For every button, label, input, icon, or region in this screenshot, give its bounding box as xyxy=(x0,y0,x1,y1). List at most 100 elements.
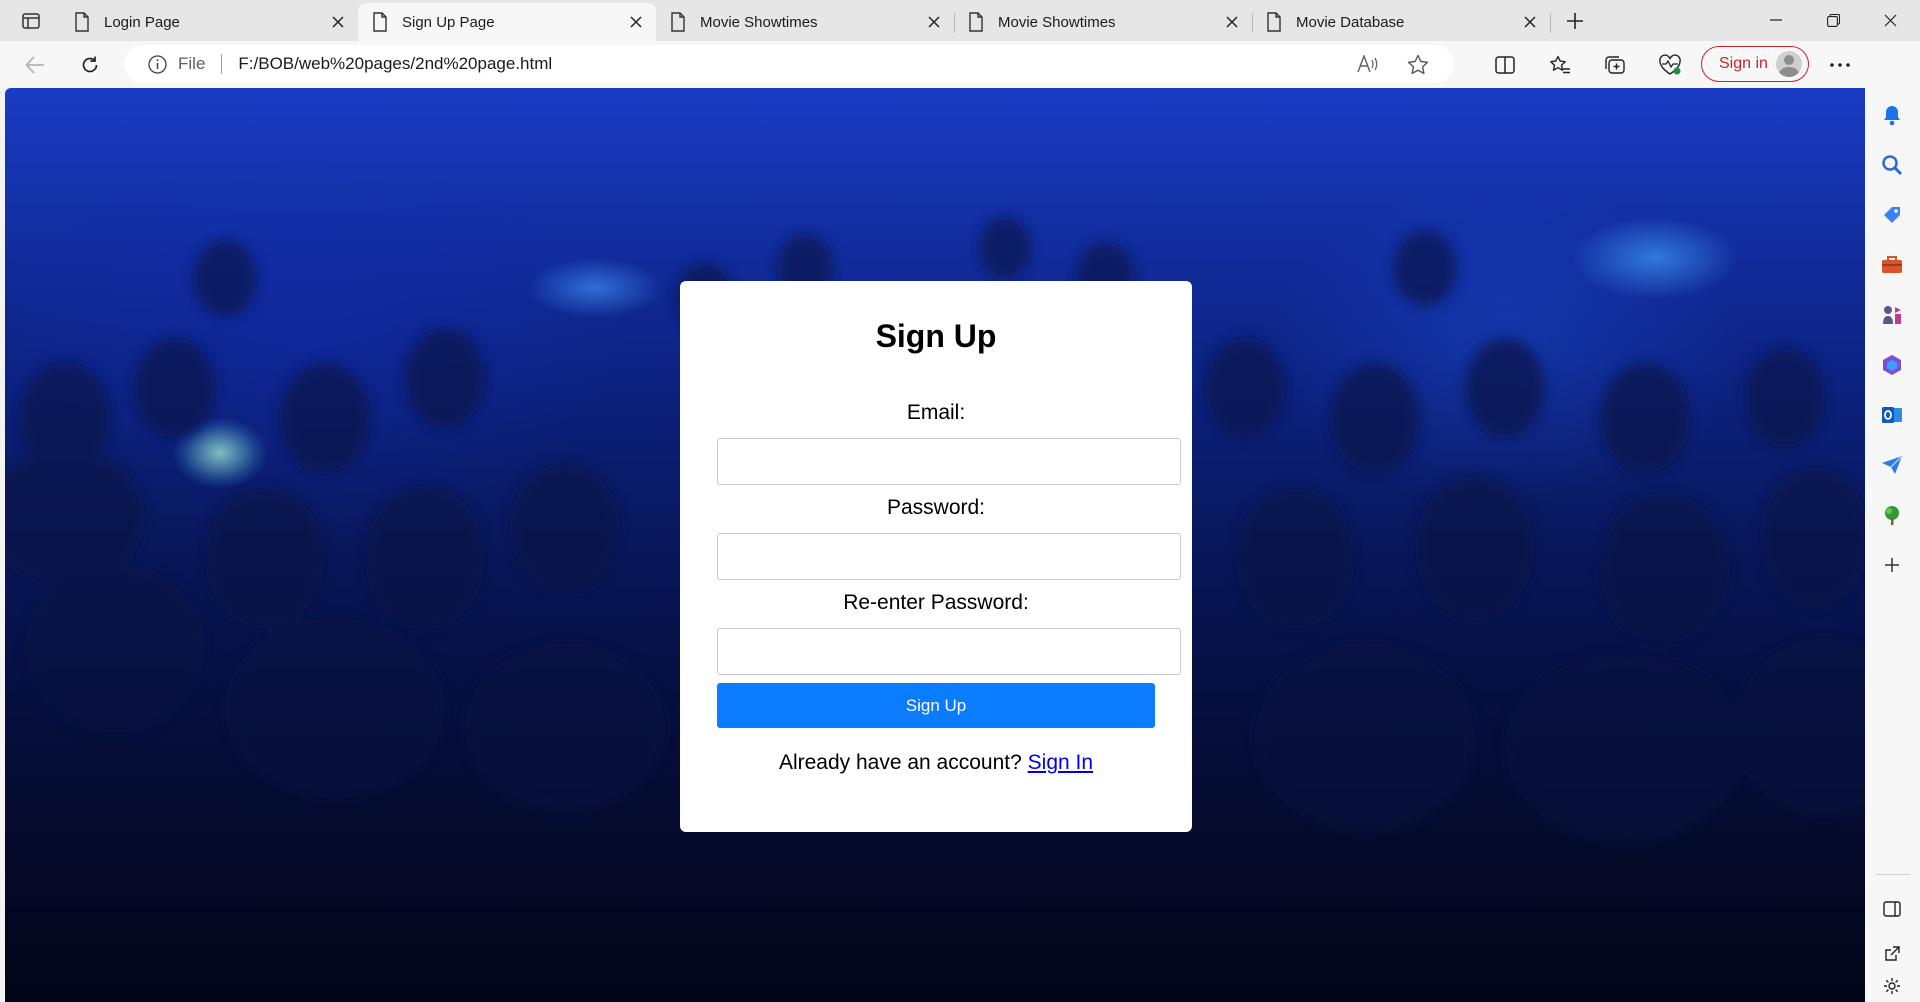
tools-button[interactable] xyxy=(1874,247,1910,283)
games-icon xyxy=(1883,306,1901,324)
read-aloud-button[interactable] xyxy=(1350,46,1386,82)
back-arrow-icon xyxy=(25,56,44,74)
close-tab-button[interactable] xyxy=(1516,8,1544,36)
signin-prompt-text: Already have an account? xyxy=(778,751,1022,774)
tree-icon xyxy=(1885,506,1899,525)
shopping-button[interactable] xyxy=(1874,197,1910,233)
refresh-button[interactable] xyxy=(72,47,108,83)
sidebar-settings-button[interactable] xyxy=(1874,971,1910,1001)
open-in-window-button[interactable] xyxy=(1874,936,1910,972)
send-icon xyxy=(1882,455,1903,474)
email-field[interactable] xyxy=(717,438,1181,485)
close-icon xyxy=(630,16,642,28)
close-window-button[interactable] xyxy=(1862,0,1918,40)
hide-sidebar-button[interactable] xyxy=(1874,891,1910,927)
tab-strip: Login Page Sign Up Page Movie Showtimes … xyxy=(0,0,1920,41)
close-icon xyxy=(1524,16,1536,28)
plus-icon xyxy=(1567,13,1583,29)
tab-movie-showtimes-2[interactable]: Movie Showtimes xyxy=(954,3,1253,41)
sign-in-button[interactable]: Sign in xyxy=(1701,46,1809,82)
page-viewport: Sign Up Email: Password: Re-enter Passwo… xyxy=(5,88,1865,1002)
signin-prompt: Already have an account? Sign In xyxy=(680,751,1192,775)
site-info-button[interactable] xyxy=(146,53,168,75)
refresh-icon xyxy=(82,56,98,73)
tab-actions-button[interactable] xyxy=(14,8,48,34)
browser-essentials-button[interactable] xyxy=(1652,47,1688,83)
toolbar: File F:/BOB/web%20pages/2nd%20page.html … xyxy=(0,41,1920,88)
games-button[interactable] xyxy=(1874,297,1910,333)
info-icon xyxy=(147,54,167,74)
collections-button[interactable] xyxy=(1597,47,1633,83)
restore-button[interactable] xyxy=(1805,0,1861,40)
favorites-button[interactable] xyxy=(1542,47,1578,83)
search-button[interactable] xyxy=(1874,147,1910,183)
tab-actions-icon xyxy=(22,13,40,29)
notifications-button[interactable] xyxy=(1874,97,1910,133)
password-label: Password: xyxy=(886,496,986,519)
reenter-password-field[interactable] xyxy=(717,628,1181,675)
page-icon xyxy=(373,12,387,32)
page-icon xyxy=(969,12,983,32)
close-tab-button[interactable] xyxy=(324,8,352,36)
new-tab-button[interactable] xyxy=(1560,6,1590,36)
page-icon xyxy=(671,12,685,32)
close-icon xyxy=(1884,14,1896,26)
tab-movie-database[interactable]: Movie Database xyxy=(1252,3,1551,41)
scheme-label: File xyxy=(178,54,206,73)
restore-icon xyxy=(1826,13,1840,27)
split-panel-icon xyxy=(1883,901,1901,917)
close-icon xyxy=(1226,16,1238,28)
close-tab-button[interactable] xyxy=(622,8,650,36)
avatar xyxy=(1776,51,1802,77)
outlook-button[interactable] xyxy=(1874,397,1910,433)
tab-title: Movie Database xyxy=(1296,13,1405,31)
tab-login-page[interactable]: Login Page xyxy=(60,3,359,41)
close-icon xyxy=(928,16,940,28)
favorites-icon xyxy=(1550,55,1570,74)
password-field[interactable] xyxy=(717,533,1181,580)
url-text[interactable]: F:/BOB/web%20pages/2nd%20page.html xyxy=(238,54,1350,74)
office-icon xyxy=(1883,355,1901,375)
address-bar[interactable]: File F:/BOB/web%20pages/2nd%20page.html xyxy=(124,45,1454,83)
signup-card: Sign Up Email: Password: Re-enter Passwo… xyxy=(680,281,1192,832)
minimize-icon xyxy=(1770,19,1782,21)
star-icon xyxy=(1407,54,1429,74)
sign-in-link[interactable]: Sign In xyxy=(1028,751,1093,774)
tab-title: Movie Showtimes xyxy=(998,13,1116,31)
drop-button[interactable] xyxy=(1874,497,1910,533)
tag-icon xyxy=(1884,207,1900,223)
tab-title: Sign Up Page xyxy=(402,13,495,31)
split-screen-button[interactable] xyxy=(1487,47,1523,83)
tab-title: Movie Showtimes xyxy=(700,13,818,31)
more-icon xyxy=(1830,63,1850,67)
close-icon xyxy=(332,16,344,28)
sign-up-button[interactable]: Sign Up xyxy=(717,683,1155,728)
outlook-icon xyxy=(1882,407,1902,423)
search-icon xyxy=(1882,155,1903,176)
heart-pulse-icon xyxy=(1659,54,1681,75)
close-tab-button[interactable] xyxy=(1218,8,1246,36)
microsoft-365-button[interactable] xyxy=(1874,347,1910,383)
briefcase-icon xyxy=(1882,256,1902,273)
reenter-password-label: Re-enter Password: xyxy=(843,591,1029,614)
read-aloud-icon xyxy=(1357,55,1378,73)
settings-icon xyxy=(1884,978,1900,994)
tab-title: Login Page xyxy=(104,13,180,31)
send-button[interactable] xyxy=(1874,447,1910,483)
tab-movie-showtimes[interactable]: Movie Showtimes xyxy=(656,3,955,41)
email-label: Email: xyxy=(906,401,966,424)
close-tab-button[interactable] xyxy=(920,8,948,36)
edge-sidebar xyxy=(1865,41,1920,1002)
add-sidebar-app-button[interactable] xyxy=(1874,547,1910,583)
collections-icon xyxy=(1605,56,1625,74)
minimize-button[interactable] xyxy=(1748,0,1804,40)
favorite-button[interactable] xyxy=(1400,46,1436,82)
split-screen-icon xyxy=(1495,56,1515,74)
page-icon xyxy=(1267,12,1281,32)
settings-and-more-button[interactable] xyxy=(1822,47,1858,83)
tab-sign-up-page[interactable]: Sign Up Page xyxy=(358,3,656,41)
page-icon xyxy=(75,12,89,32)
page-title: Sign Up xyxy=(875,318,997,354)
add-icon xyxy=(1885,558,1899,572)
back-button[interactable] xyxy=(17,47,53,83)
